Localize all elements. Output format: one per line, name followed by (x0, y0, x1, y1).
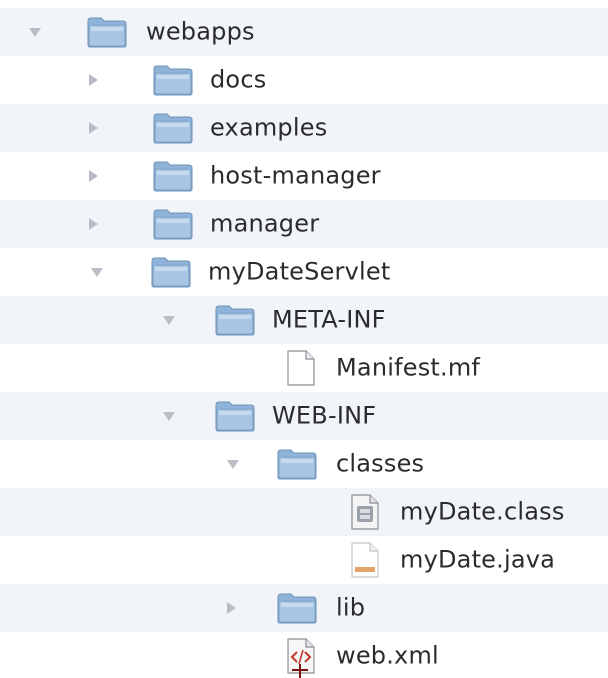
tree-row-webapps[interactable]: webapps (0, 8, 608, 56)
disclosure-expanded-icon[interactable] (222, 453, 244, 475)
tree-row-label: classes (336, 449, 425, 478)
tree-row-mydate-class[interactable]: myDate.class (0, 488, 608, 536)
tree-row-label: Manifest.mf (336, 353, 481, 382)
disclosure-collapsed-icon[interactable] (82, 117, 104, 139)
tree-row-lib[interactable]: lib (0, 584, 608, 632)
tree-row-mydate-java[interactable]: myDate.java (0, 536, 608, 584)
disclosure-collapsed-icon[interactable] (82, 165, 104, 187)
tree-row-label: docs (210, 65, 267, 94)
file-tree: webapps docs examples host-manager manag… (0, 0, 608, 678)
tree-row-label: WEB-INF (272, 401, 377, 430)
disclosure-expanded-icon[interactable] (86, 261, 108, 283)
folder-icon (152, 159, 194, 193)
tree-row-label: myDateServlet (208, 257, 391, 286)
folder-icon (276, 447, 318, 481)
tree-row-label: myDate.class (400, 497, 565, 526)
class-file-icon (348, 493, 382, 531)
disclosure-expanded-icon[interactable] (24, 21, 46, 43)
folder-icon (150, 255, 192, 289)
tree-row-label: host-manager (210, 161, 381, 190)
tree-row-label: web.xml (336, 641, 439, 670)
disclosure-expanded-icon[interactable] (158, 405, 180, 427)
disclosure-collapsed-icon[interactable] (220, 597, 242, 619)
folder-icon (214, 303, 256, 337)
folder-icon (86, 15, 128, 49)
tree-row-label: META-INF (272, 305, 386, 334)
tree-row-web-inf[interactable]: WEB-INF (0, 392, 608, 440)
disclosure-expanded-icon[interactable] (158, 309, 180, 331)
tree-row-examples[interactable]: examples (0, 104, 608, 152)
folder-icon (152, 111, 194, 145)
tree-row-label: myDate.java (400, 545, 556, 574)
text-cursor-icon (288, 660, 312, 678)
tree-row-host-manager[interactable]: host-manager (0, 152, 608, 200)
tree-row-label: examples (210, 113, 328, 142)
tree-row-meta-inf[interactable]: META-INF (0, 296, 608, 344)
folder-icon (214, 399, 256, 433)
disclosure-collapsed-icon[interactable] (82, 213, 104, 235)
folder-icon (152, 207, 194, 241)
text-file-icon (284, 349, 318, 387)
java-file-icon (348, 541, 382, 579)
folder-icon (152, 63, 194, 97)
tree-row-docs[interactable]: docs (0, 56, 608, 104)
tree-row-label: lib (336, 593, 366, 622)
tree-row-classes[interactable]: classes (0, 440, 608, 488)
tree-row-label: manager (210, 209, 320, 238)
tree-row-label: webapps (146, 17, 255, 46)
tree-row-manager[interactable]: manager (0, 200, 608, 248)
disclosure-collapsed-icon[interactable] (82, 69, 104, 91)
tree-row-mydateservlet[interactable]: myDateServlet (0, 248, 608, 296)
tree-row-manifest[interactable]: Manifest.mf (0, 344, 608, 392)
folder-icon (276, 591, 318, 625)
